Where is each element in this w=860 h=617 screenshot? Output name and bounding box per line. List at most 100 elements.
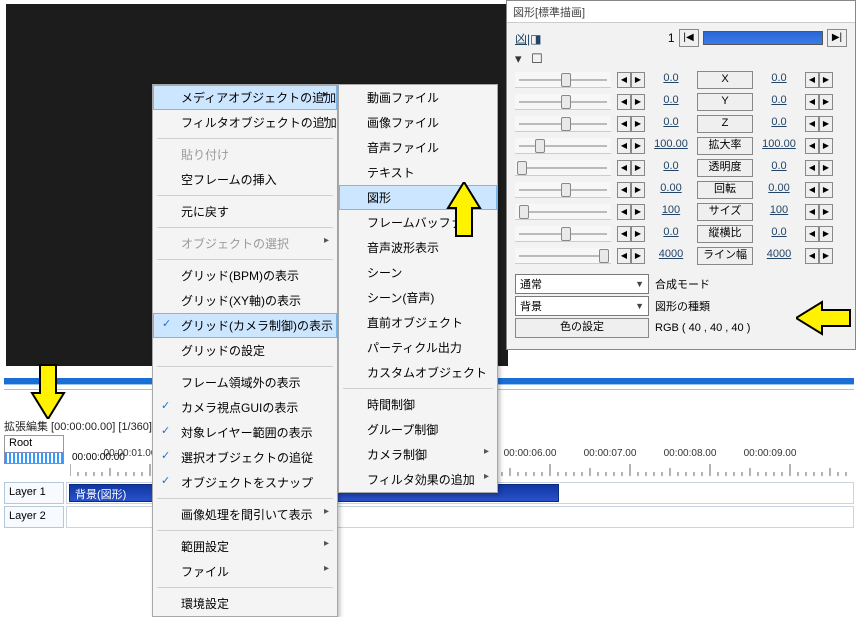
prop-rinc-7[interactable]: ▶: [819, 226, 833, 242]
prop-rinc-0[interactable]: ▶: [819, 72, 833, 88]
prop-right-6[interactable]: 100: [759, 204, 799, 220]
ctx-media-item-1[interactable]: 画像ファイル: [339, 110, 497, 135]
prop-inc-6[interactable]: ▶: [631, 204, 645, 220]
prop-inc-4[interactable]: ▶: [631, 160, 645, 176]
ctx-media-item-16[interactable]: フィルタ効果の追加: [339, 467, 497, 492]
ctx-main-item-17[interactable]: 対象レイヤー範囲の表示: [153, 420, 337, 445]
prop-inc-0[interactable]: ▶: [631, 72, 645, 88]
prop-value-8[interactable]: 4000: [651, 248, 691, 264]
prop-dec-3[interactable]: ◀: [617, 138, 631, 154]
ctx-main-item-1[interactable]: フィルタオブジェクトの追加: [153, 110, 337, 135]
prop-inc-5[interactable]: ▶: [631, 182, 645, 198]
prop-name-8[interactable]: ライン幅: [697, 247, 753, 265]
prop-slider-5[interactable]: [515, 182, 611, 198]
section-icons[interactable]: 凶|◨: [515, 30, 541, 47]
ctx-media-item-7[interactable]: シーン: [339, 260, 497, 285]
prop-rinc-1[interactable]: ▶: [819, 94, 833, 110]
prop-inc-8[interactable]: ▶: [631, 248, 645, 264]
prop-right-4[interactable]: 0.0: [759, 160, 799, 176]
prop-rinc-5[interactable]: ▶: [819, 182, 833, 198]
prop-dec-7[interactable]: ◀: [617, 226, 631, 242]
prop-value-7[interactable]: 0.0: [651, 226, 691, 242]
ctx-media-item-10[interactable]: パーティクル出力: [339, 335, 497, 360]
prop-inc-1[interactable]: ▶: [631, 94, 645, 110]
prop-rdec-0[interactable]: ◀: [805, 72, 819, 88]
prop-inc-7[interactable]: ▶: [631, 226, 645, 242]
prop-right-1[interactable]: 0.0: [759, 94, 799, 110]
color-settings-button[interactable]: 色の設定: [515, 318, 649, 338]
prop-rdec-6[interactable]: ◀: [805, 204, 819, 220]
ctx-media-item-8[interactable]: シーン(音声): [339, 285, 497, 310]
prop-name-7[interactable]: 縦横比: [697, 225, 753, 243]
prop-rdec-1[interactable]: ◀: [805, 94, 819, 110]
prop-slider-6[interactable]: [515, 204, 611, 220]
prop-dec-6[interactable]: ◀: [617, 204, 631, 220]
layer-2-label[interactable]: Layer 2: [4, 506, 64, 528]
prop-name-1[interactable]: Y: [697, 93, 753, 111]
ctx-main-item-6[interactable]: 元に戻す: [153, 199, 337, 224]
ctx-media-item-6[interactable]: 音声波形表示: [339, 235, 497, 260]
prop-dec-5[interactable]: ◀: [617, 182, 631, 198]
prop-right-0[interactable]: 0.0: [759, 72, 799, 88]
prop-slider-8[interactable]: [515, 248, 611, 264]
ctx-main-item-18[interactable]: 選択オブジェクトの追従: [153, 445, 337, 470]
prop-right-5[interactable]: 0.00: [759, 182, 799, 198]
context-submenu-media[interactable]: 動画ファイル画像ファイル音声ファイルテキスト図形フレームバッファ音声波形表示シー…: [338, 84, 498, 493]
prop-dec-4[interactable]: ◀: [617, 160, 631, 176]
prop-name-2[interactable]: Z: [697, 115, 753, 133]
prop-name-3[interactable]: 拡大率: [697, 137, 753, 155]
prop-dec-0[interactable]: ◀: [617, 72, 631, 88]
prop-right-7[interactable]: 0.0: [759, 226, 799, 242]
prop-rdec-4[interactable]: ◀: [805, 160, 819, 176]
ctx-main-item-24[interactable]: ファイル: [153, 559, 337, 584]
prop-value-4[interactable]: 0.0: [651, 160, 691, 176]
prop-slider-0[interactable]: [515, 72, 611, 88]
prop-dec-8[interactable]: ◀: [617, 248, 631, 264]
prop-slider-2[interactable]: [515, 116, 611, 132]
prop-value-1[interactable]: 0.0: [651, 94, 691, 110]
ctx-main-item-0[interactable]: メディアオブジェクトの追加: [153, 85, 337, 110]
ctx-main-item-16[interactable]: カメラ視点GUIの表示: [153, 395, 337, 420]
ctx-media-item-14[interactable]: グループ制御: [339, 417, 497, 442]
ctx-main-item-13[interactable]: グリッドの設定: [153, 338, 337, 363]
ctx-media-item-4[interactable]: 図形: [339, 185, 497, 210]
prop-rinc-8[interactable]: ▶: [819, 248, 833, 264]
nav-progress[interactable]: [703, 31, 823, 45]
prop-slider-3[interactable]: [515, 138, 611, 154]
prop-value-0[interactable]: 0.0: [651, 72, 691, 88]
ctx-main-item-12[interactable]: グリッド(カメラ制御)の表示: [153, 313, 337, 338]
shape-type-combo[interactable]: 背景▼: [515, 296, 649, 316]
prop-rdec-2[interactable]: ◀: [805, 116, 819, 132]
prop-rinc-3[interactable]: ▶: [819, 138, 833, 154]
ctx-media-item-13[interactable]: 時間制御: [339, 392, 497, 417]
ctx-media-item-0[interactable]: 動画ファイル: [339, 85, 497, 110]
prop-right-3[interactable]: 100.00: [759, 138, 799, 154]
prop-name-4[interactable]: 透明度: [697, 159, 753, 177]
nav-first-button[interactable]: |◀: [679, 29, 699, 47]
prop-slider-7[interactable]: [515, 226, 611, 242]
prop-name-6[interactable]: サイズ: [697, 203, 753, 221]
ctx-main-item-26[interactable]: 環境設定: [153, 591, 337, 616]
scene-root-cell[interactable]: Root: [4, 435, 64, 453]
prop-dec-2[interactable]: ◀: [617, 116, 631, 132]
ctx-media-item-9[interactable]: 直前オブジェクト: [339, 310, 497, 335]
layer-1-label[interactable]: Layer 1: [4, 482, 64, 504]
prop-right-2[interactable]: 0.0: [759, 116, 799, 132]
prop-rinc-6[interactable]: ▶: [819, 204, 833, 220]
ctx-main-item-21[interactable]: 画像処理を間引いて表示: [153, 502, 337, 527]
prop-right-8[interactable]: 4000: [759, 248, 799, 264]
ctx-main-item-19[interactable]: オブジェクトをスナップ: [153, 470, 337, 495]
nav-last-button[interactable]: ▶|: [827, 29, 847, 47]
prop-name-5[interactable]: 回転: [697, 181, 753, 199]
ctx-media-item-15[interactable]: カメラ制御: [339, 442, 497, 467]
prop-value-3[interactable]: 100.00: [651, 138, 691, 154]
prop-value-6[interactable]: 100: [651, 204, 691, 220]
prop-inc-2[interactable]: ▶: [631, 116, 645, 132]
prop-slider-4[interactable]: [515, 160, 611, 176]
prop-rdec-8[interactable]: ◀: [805, 248, 819, 264]
prop-rinc-2[interactable]: ▶: [819, 116, 833, 132]
ctx-main-item-11[interactable]: グリッド(XY軸)の表示: [153, 288, 337, 313]
ctx-main-item-23[interactable]: 範囲設定: [153, 534, 337, 559]
prop-rdec-3[interactable]: ◀: [805, 138, 819, 154]
ctx-media-item-5[interactable]: フレームバッファ: [339, 210, 497, 235]
